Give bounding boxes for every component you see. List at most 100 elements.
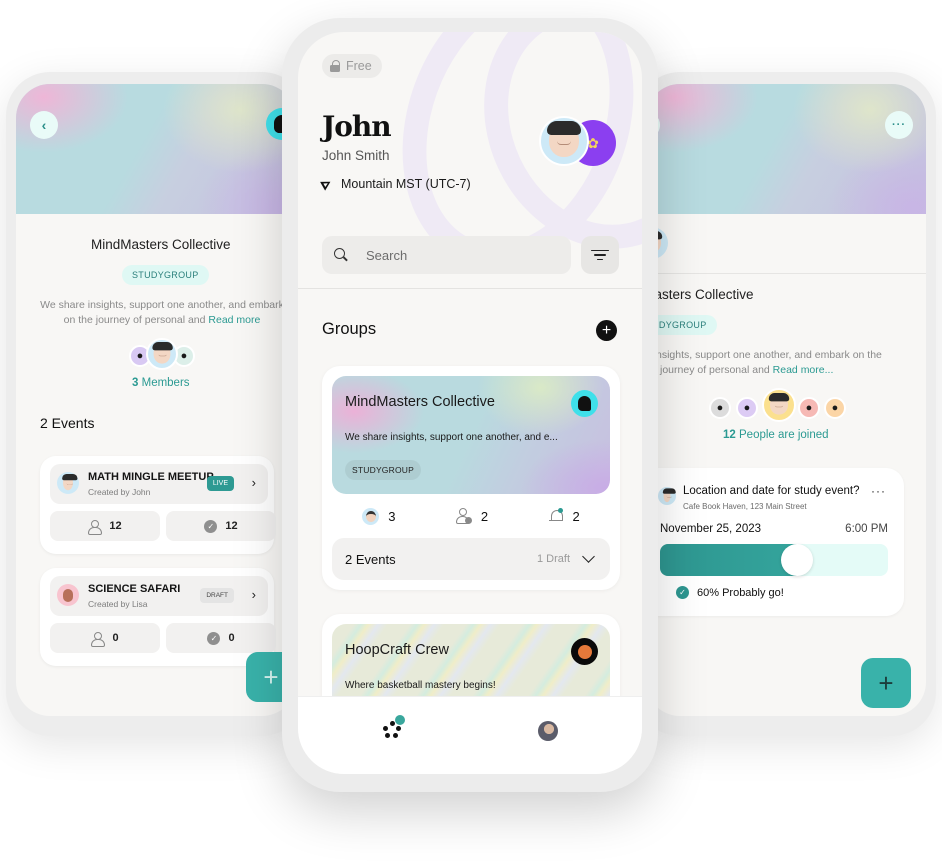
joined-count-value: 12 [723, 429, 736, 441]
search-bar[interactable] [322, 236, 571, 274]
poll-location: Cafe Book Haven, 123 Main Street [683, 502, 807, 511]
events-label: 2 Events [345, 551, 396, 567]
joined-count[interactable]: 12 People are joined [723, 429, 829, 441]
member-avatar: ● [798, 397, 820, 419]
confirmed-stat: ✓ 12 [166, 511, 276, 541]
right-phone-frame: ‹ ··· MindMasters Collective STUDYGROUP … [636, 72, 936, 736]
poll-slider-knob[interactable] [780, 544, 813, 576]
group-detail-screen: ‹ MindMasters Collective STUDYGROUP We s… [16, 84, 296, 716]
member-avatar-icon [362, 507, 380, 525]
basketball-icon [577, 644, 592, 659]
confirmed-count: 12 [225, 520, 238, 532]
confirmed-count: 0 [228, 632, 235, 644]
group-avatar [571, 390, 598, 417]
add-button[interactable]: + [861, 658, 911, 708]
poll-more-button[interactable]: ··· [871, 484, 886, 498]
divider [298, 288, 642, 289]
divider [646, 273, 926, 274]
full-name: John Smith [322, 148, 390, 163]
bottom-nav [298, 696, 642, 774]
profile-groups-screen: Free John John Smith Mountain MST (UTC-7… [298, 32, 642, 774]
person-pending-icon [455, 508, 472, 524]
notification-dot [395, 715, 405, 725]
group-description: We share insights, support one another, … [345, 432, 558, 443]
pending-stat: 2 [455, 508, 489, 524]
event-card[interactable]: SCIENCE SAFARI Created by Lisa DRAFT › 0… [40, 568, 276, 666]
poll-result-label: 60% Probably go! [697, 586, 784, 599]
member-avatar: ● [709, 397, 731, 419]
check-circle-icon: ✓ [207, 631, 221, 645]
attendees-stat: 12 [50, 511, 160, 541]
check-circle-icon: ✓ [204, 519, 218, 533]
attendees-stat: 0 [50, 623, 160, 653]
member-count[interactable]: 3 Members [132, 377, 190, 389]
group-hero-banner [646, 84, 926, 214]
events-expander[interactable]: 2 Events 1 Draft [332, 538, 610, 580]
group-description: Where basketball mastery begins! [345, 680, 496, 691]
center-phone-frame: Free John John Smith Mountain MST (UTC-7… [282, 18, 658, 792]
group-name: MindMasters Collective [646, 287, 754, 302]
event-creator: Created by Lisa [88, 599, 148, 609]
group-name: MindMasters Collective [91, 237, 231, 252]
description-text: We share insights, support one another, … [646, 349, 882, 376]
event-header[interactable]: MATH MINGLE MEETUP Created by John LIVE … [50, 464, 268, 504]
lock-icon [330, 60, 340, 72]
poll-question: Location and date for study event? [683, 485, 860, 497]
search-input[interactable] [366, 247, 536, 263]
chevron-down-icon [582, 550, 595, 563]
events-heading: 2 Events [40, 415, 95, 431]
group-name: HoopCraft Crew [345, 642, 449, 658]
event-header[interactable]: SCIENCE SAFARI Created by Lisa DRAFT › [50, 576, 268, 616]
group-tag: STUDYGROUP [122, 265, 209, 285]
plus-icon: + [601, 321, 612, 339]
poll-time: 6:00 PM [845, 523, 888, 535]
attendees-count: 0 [112, 632, 119, 644]
avatar-face [547, 121, 581, 157]
member-avatar [146, 338, 178, 370]
read-more-link[interactable]: Read more... [773, 364, 834, 376]
pending-count: 2 [480, 508, 489, 524]
more-options-button[interactable]: ··· [885, 111, 913, 139]
chevron-right-icon[interactable]: › [252, 475, 256, 490]
groups-heading: Groups [322, 320, 377, 338]
group-avatar [571, 638, 598, 665]
chevron-left-icon: ‹ [41, 117, 47, 133]
back-button[interactable]: ‹ [30, 111, 58, 139]
filter-icon [591, 249, 609, 252]
group-description: We share insights, support one another, … [36, 298, 288, 328]
poll-slider[interactable] [660, 544, 888, 576]
member-avatar [762, 388, 796, 422]
member-count-label: Members [141, 377, 190, 389]
poll-result: ✓ 60% Probably go! [676, 586, 784, 599]
event-card[interactable]: MATH MINGLE MEETUP Created by John LIVE … [40, 456, 276, 554]
add-group-button[interactable]: + [596, 320, 617, 341]
person-icon [88, 519, 103, 535]
timezone-label: Mountain MST (UTC-7) [341, 177, 471, 191]
group-card[interactable]: MindMasters Collective We share insights… [322, 366, 620, 590]
location-arrow-icon [320, 177, 333, 191]
creator-avatar [57, 584, 79, 606]
attendees-count: 12 [109, 520, 122, 532]
status-badge: DRAFT [200, 588, 234, 603]
creator-avatar [57, 472, 79, 494]
group-name: MindMasters Collective [345, 394, 495, 410]
plan-label: Free [346, 59, 372, 73]
profile-nav-button[interactable] [538, 721, 558, 741]
profile-avatar[interactable] [539, 116, 589, 166]
draft-label: 1 Draft [536, 553, 570, 565]
read-more-link[interactable]: Read more [208, 314, 260, 326]
notifications-stat: 2 [548, 508, 580, 524]
filter-button[interactable] [581, 236, 619, 274]
chevron-right-icon[interactable]: › [252, 587, 256, 602]
joined-count-label: People are joined [739, 429, 829, 441]
group-description: We share insights, support one another, … [646, 348, 906, 378]
poll-author-avatar [658, 487, 676, 505]
group-stats: 3 2 2 [332, 504, 610, 528]
group-banner[interactable]: MindMasters Collective We share insights… [332, 376, 610, 494]
poll-slider-fill [660, 544, 797, 576]
bell-icon [548, 508, 564, 524]
member-avatar: ● [736, 397, 758, 419]
timezone-row: Mountain MST (UTC-7) [320, 177, 471, 191]
left-phone-frame: ‹ MindMasters Collective STUDYGROUP We s… [6, 72, 306, 736]
notifications-count: 2 [572, 508, 580, 524]
